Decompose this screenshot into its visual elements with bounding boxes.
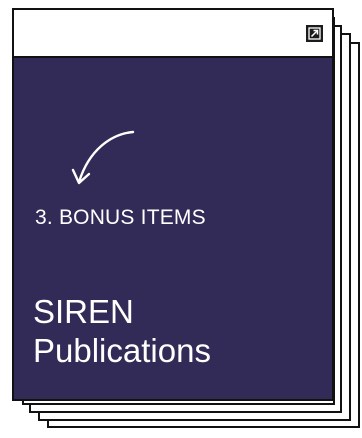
publication-title-line-1: SIREN [33, 293, 134, 330]
section-label: 3. BONUS ITEMS [35, 206, 206, 229]
publication-title-line-2: Publications [33, 332, 211, 369]
publication-title: SIREN Publications [33, 292, 211, 370]
card-header [14, 10, 332, 58]
curved-arrow-down-left-icon [71, 130, 135, 185]
card-body: 3. BONUS ITEMS SIREN Publications [14, 58, 332, 399]
expand-arrow-icon [308, 27, 321, 40]
expand-icon[interactable] [306, 25, 323, 42]
bonus-items-card[interactable]: 3. BONUS ITEMS SIREN Publications [12, 8, 334, 401]
